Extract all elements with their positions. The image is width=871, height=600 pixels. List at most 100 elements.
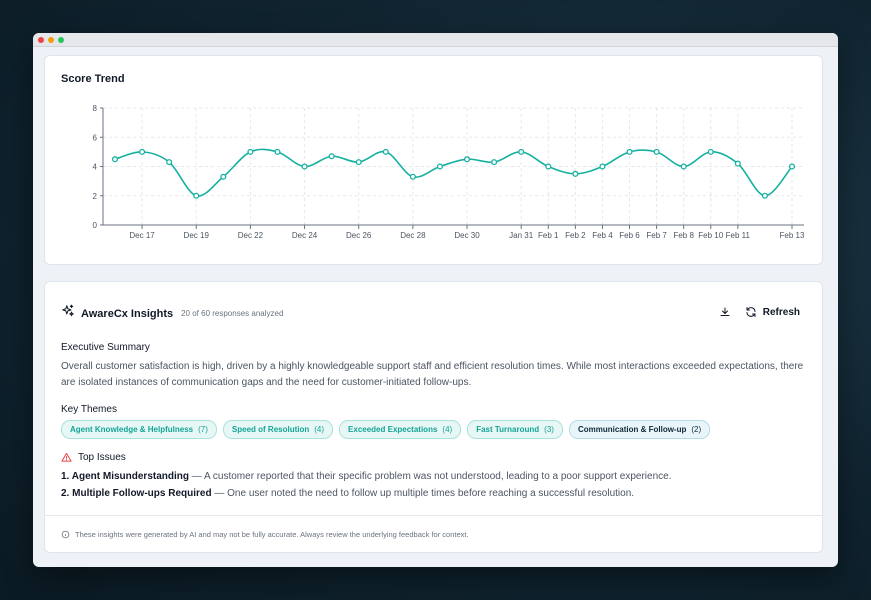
x-tick-label: Feb 6 xyxy=(619,231,640,240)
data-point xyxy=(680,163,687,170)
x-tick-label: Dec 17 xyxy=(129,231,155,240)
sparkles-icon xyxy=(61,304,75,323)
executive-summary-label: Executive Summary xyxy=(61,342,150,353)
refresh-button[interactable]: Refresh xyxy=(745,306,800,318)
data-point xyxy=(139,148,146,155)
data-point xyxy=(707,148,714,155)
y-tick-label: 4 xyxy=(93,163,98,172)
theme-count: (7) xyxy=(198,425,208,434)
theme-count: (4) xyxy=(314,425,325,434)
theme-label: Speed of Resolution xyxy=(231,425,310,434)
x-tick-label: Feb 1 xyxy=(538,231,559,240)
issue-number: 2. xyxy=(61,488,70,499)
warning-icon xyxy=(61,452,72,462)
x-tick-label: Feb 7 xyxy=(646,231,667,240)
insights-title: AwareCx Insights xyxy=(81,307,174,320)
theme-count: (2) xyxy=(691,425,702,434)
x-tick-label: Dec 22 xyxy=(238,231,264,240)
x-tick-label: Dec 19 xyxy=(184,231,210,240)
download-button[interactable] xyxy=(719,306,731,318)
issue-item: 1. Agent Misunderstanding — A customer r… xyxy=(61,471,672,482)
ai-disclaimer: These insights were generated by AI and … xyxy=(45,515,822,552)
y-tick-label: 8 xyxy=(93,104,98,113)
key-themes-label: Key Themes xyxy=(61,404,117,415)
data-point xyxy=(247,148,254,155)
data-point xyxy=(301,163,308,170)
x-tick-label: Dec 26 xyxy=(346,231,372,240)
theme-label: Fast Turnaround xyxy=(476,425,540,434)
x-tick-label: Dec 24 xyxy=(292,231,318,240)
theme-count: (4) xyxy=(442,425,453,434)
key-themes-list: Agent Knowledge & Helpfulness (7) Speed o… xyxy=(61,420,711,439)
insights-actions: Refresh xyxy=(719,306,800,318)
issue-text: — A customer reported that their specifi… xyxy=(189,471,672,482)
data-point xyxy=(193,192,200,199)
theme-pill[interactable]: Fast Turnaround (3) xyxy=(467,420,563,439)
data-point xyxy=(545,163,552,170)
top-issues-label: Top Issues xyxy=(78,452,126,463)
theme-pill[interactable]: Exceeded Expectations (4) xyxy=(339,420,462,439)
insights-card: AwareCx Insights 20 of 60 responses anal… xyxy=(44,281,823,553)
issue-title: Agent Misunderstanding xyxy=(71,471,189,482)
app-window: Score Trend 0 2 4 6 8 Dec 17 Dec 19 Dec 22 Dec 2… xyxy=(33,33,838,567)
data-point xyxy=(761,192,768,199)
x-tick-label: Feb 8 xyxy=(673,231,694,240)
x-tick-label: Jan 31 xyxy=(509,231,534,240)
data-point xyxy=(274,148,281,155)
data-point xyxy=(788,163,796,170)
theme-label: Agent Knowledge & Helpfulness xyxy=(70,425,194,434)
data-point xyxy=(463,156,471,163)
data-point xyxy=(409,173,416,180)
data-point xyxy=(653,148,660,155)
issue-item: 2. Multiple Follow-ups Required — One us… xyxy=(61,488,634,499)
x-tick-label: Feb 11 xyxy=(726,231,751,240)
issue-title: Multiple Follow-ups Required xyxy=(72,488,212,499)
data-point xyxy=(355,159,362,166)
insights-header: AwareCx Insights 20 of 60 responses anal… xyxy=(61,304,283,323)
close-window-button[interactable] xyxy=(38,36,44,43)
data-point xyxy=(626,148,633,155)
x-tick-label: Feb 13 xyxy=(780,231,805,240)
data-point xyxy=(382,148,389,155)
data-point xyxy=(166,159,173,166)
y-tick-label: 2 xyxy=(93,192,98,201)
data-point xyxy=(572,170,579,177)
score-series-line xyxy=(114,148,793,197)
score-trend-chart: 0 2 4 6 8 Dec 17 Dec 19 Dec 22 Dec 24 Dec 26 Dec 2… xyxy=(93,104,805,240)
theme-pill[interactable]: Agent Knowledge & Helpfulness (7) xyxy=(61,420,217,439)
y-tick-label: 6 xyxy=(93,133,98,142)
refresh-label: Refresh xyxy=(762,306,800,318)
download-icon xyxy=(720,307,730,316)
theme-label: Exceeded Expectations xyxy=(348,425,438,434)
title-bar xyxy=(33,33,838,47)
theme-pill[interactable]: Speed of Resolution (4) xyxy=(222,420,334,439)
maximize-window-button[interactable] xyxy=(58,36,64,43)
x-tick-label: Dec 30 xyxy=(454,231,480,240)
info-icon xyxy=(61,530,70,538)
theme-count: (3) xyxy=(544,425,554,434)
data-point xyxy=(518,148,525,155)
data-point xyxy=(599,163,606,170)
data-point xyxy=(111,156,119,163)
theme-pill[interactable]: Communication & Follow-up (2) xyxy=(568,420,711,439)
y-tick-label: 0 xyxy=(93,221,98,230)
data-point xyxy=(328,153,335,160)
issue-text: — One user noted the need to follow up m… xyxy=(211,488,635,499)
top-issues-header: Top Issues xyxy=(61,452,126,463)
minimize-window-button[interactable] xyxy=(48,36,54,43)
x-tick-label: Dec 28 xyxy=(400,231,426,240)
responses-analyzed: 20 of 60 responses analyzed xyxy=(181,309,284,318)
score-trend-card: Score Trend 0 2 4 6 8 Dec 17 Dec 19 Dec 22 Dec 2… xyxy=(44,55,823,265)
data-point xyxy=(220,173,227,180)
issue-number: 1. xyxy=(61,471,70,482)
theme-label: Communication & Follow-up xyxy=(577,425,687,434)
data-point xyxy=(734,160,741,167)
executive-summary-text: Overall customer satisfaction is high, d… xyxy=(61,361,804,388)
x-tick-label: Feb 10 xyxy=(698,231,723,240)
x-tick-label: Feb 4 xyxy=(592,231,613,240)
data-point xyxy=(436,163,444,170)
refresh-icon xyxy=(746,307,756,317)
disclaimer-text: These insights were generated by AI and … xyxy=(75,529,469,539)
x-tick-label: Feb 2 xyxy=(565,231,586,240)
data-point xyxy=(491,159,498,166)
